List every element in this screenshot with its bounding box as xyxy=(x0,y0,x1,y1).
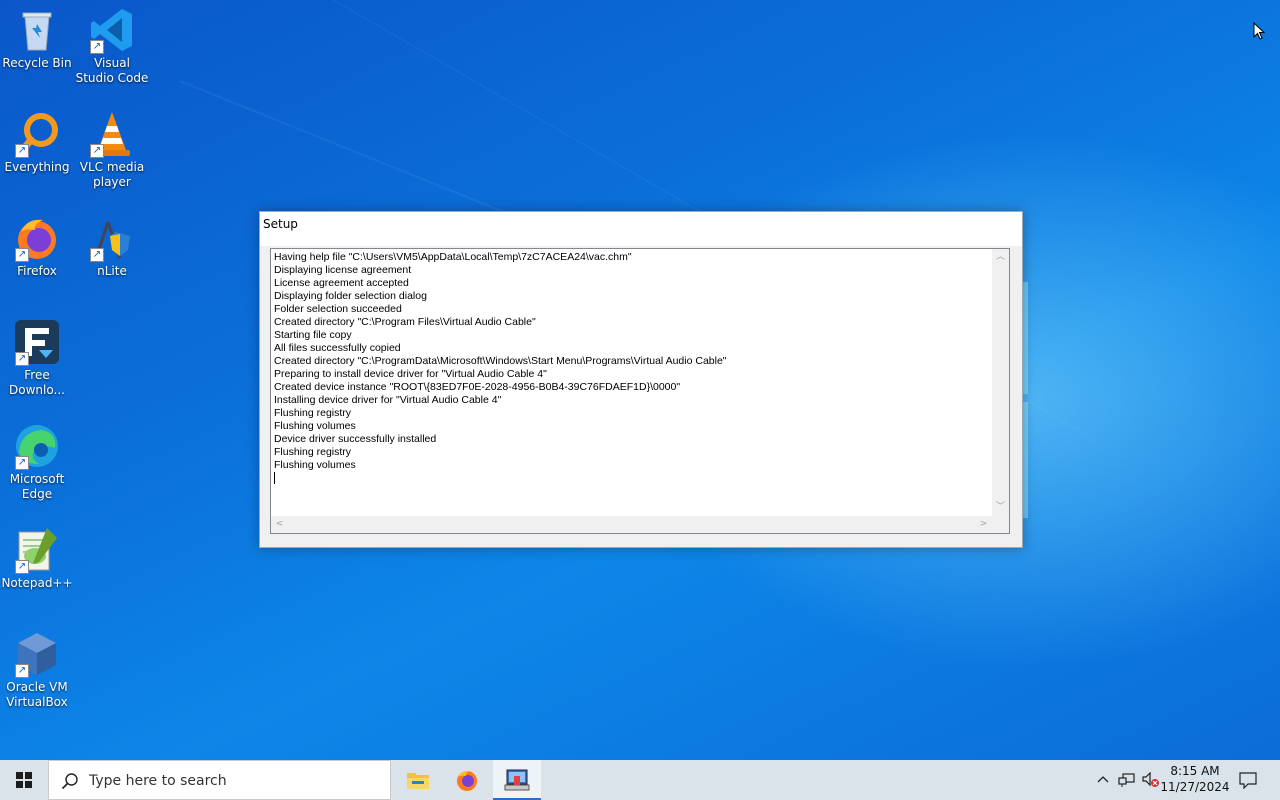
vscode-icon: ↗ xyxy=(88,6,136,54)
volume-muted-icon xyxy=(1142,772,1159,787)
mouse-cursor-icon xyxy=(1253,22,1265,40)
taskbar-file-explorer[interactable] xyxy=(394,760,442,800)
setup-window[interactable]: Setup Having help file "C:\Users\VM5\App… xyxy=(259,211,1023,548)
desktop-icon-label: nLite xyxy=(97,264,127,278)
firefox-icon xyxy=(457,770,477,791)
desktop-icon-firefox[interactable]: ↗ Firefox xyxy=(0,214,74,279)
notepad-plus-plus-icon: ↗ xyxy=(13,526,61,574)
shortcut-arrow-icon: ↗ xyxy=(15,664,29,678)
taskbar: Type here to search 8:15 AM 11/27/2024 xyxy=(0,760,1280,800)
desktop-icon-label: Free Downlo... xyxy=(9,368,65,397)
edge-icon: ↗ xyxy=(13,422,61,470)
chevron-up-icon xyxy=(1097,776,1109,783)
desktop-icon-free-download-manager[interactable]: ↗ Free Downlo... xyxy=(0,318,74,398)
firefox-icon: ↗ xyxy=(13,214,61,262)
shortcut-arrow-icon: ↗ xyxy=(15,456,29,470)
scroll-left-arrow-icon[interactable]: < xyxy=(271,516,288,533)
clock-date: 11/27/2024 xyxy=(1160,780,1230,794)
desktop-icon-label: Firefox xyxy=(17,264,57,278)
network-icon xyxy=(1118,773,1135,787)
vlc-cone-icon: ↗ xyxy=(88,110,136,158)
desktop-icon-label: Everything xyxy=(4,160,70,174)
setup-installer-icon xyxy=(504,769,530,791)
recycle-bin-icon xyxy=(13,6,61,54)
desktop-icon-label: VLC media player xyxy=(79,160,145,189)
search-icon xyxy=(61,773,78,790)
install-log-textarea[interactable]: Having help file "C:\Users\VM5\AppData\L… xyxy=(270,248,1010,534)
show-hidden-icons-button[interactable] xyxy=(1094,760,1112,800)
desktop-icon-notepad-plus-plus[interactable]: ↗ Notepad++ xyxy=(0,526,74,591)
setup-window-titlebar[interactable]: Setup xyxy=(260,212,1022,246)
desktop-icon-edge[interactable]: ↗ Microsoft Edge xyxy=(0,422,74,502)
file-explorer-folder-icon xyxy=(407,773,429,789)
desktop-icon-label: Notepad++ xyxy=(1,576,73,590)
scroll-right-arrow-icon[interactable]: > xyxy=(975,516,992,533)
search-placeholder: Type here to search xyxy=(89,773,227,789)
shortcut-arrow-icon: ↗ xyxy=(90,248,104,262)
taskbar-search-box[interactable]: Type here to search xyxy=(48,760,391,800)
shortcut-arrow-icon: ↗ xyxy=(15,248,29,262)
desktop-icon-everything[interactable]: ↗ Everything xyxy=(0,110,74,175)
taskbar-firefox[interactable] xyxy=(443,760,491,800)
shortcut-arrow-icon: ↗ xyxy=(15,560,29,574)
desktop-icon-virtualbox[interactable]: ↗ Oracle VM VirtualBox xyxy=(0,630,74,710)
shortcut-arrow-icon: ↗ xyxy=(90,144,104,158)
clock-time: 8:15 AM xyxy=(1170,764,1220,778)
desktop-icon-label: Microsoft Edge xyxy=(9,472,65,501)
network-status-button[interactable] xyxy=(1116,760,1136,800)
text-caret xyxy=(274,472,275,485)
window-title: Setup xyxy=(263,217,298,231)
scroll-up-arrow-icon[interactable]: ︿ xyxy=(992,249,1009,266)
everything-magnifier-icon: ↗ xyxy=(13,110,61,158)
volume-button[interactable] xyxy=(1140,760,1160,800)
install-log-text[interactable]: Having help file "C:\Users\VM5\AppData\L… xyxy=(274,251,991,515)
action-center-button[interactable] xyxy=(1234,760,1262,800)
scrollbar-corner xyxy=(992,516,1009,533)
free-download-manager-icon: ↗ xyxy=(13,318,61,366)
taskbar-setup-app[interactable] xyxy=(493,760,541,800)
vertical-scrollbar[interactable]: ︿ ﹀ xyxy=(992,249,1009,516)
desktop-icon-recycle-bin[interactable]: Recycle Bin xyxy=(0,6,74,71)
desktop-icon-label: Visual Studio Code xyxy=(75,56,149,85)
desktop-icon-nlite[interactable]: ↗ nLite xyxy=(75,214,149,279)
shortcut-arrow-icon: ↗ xyxy=(15,144,29,158)
shortcut-arrow-icon: ↗ xyxy=(90,40,104,54)
shortcut-arrow-icon: ↗ xyxy=(15,352,29,366)
scroll-down-arrow-icon[interactable]: ﹀ xyxy=(992,499,1009,516)
desktop-icon-vscode[interactable]: ↗ Visual Studio Code xyxy=(75,6,149,86)
taskbar-clock[interactable]: 8:15 AM 11/27/2024 xyxy=(1160,763,1230,795)
desktop-icon-label: Oracle VM VirtualBox xyxy=(6,680,68,709)
windows-logo-icon xyxy=(16,772,32,788)
notification-icon xyxy=(1239,772,1257,789)
desktop-icon-vlc[interactable]: ↗ VLC media player xyxy=(75,110,149,190)
desktop-icon-label: Recycle Bin xyxy=(2,56,72,70)
nlite-icon: ↗ xyxy=(88,214,136,262)
start-button[interactable] xyxy=(0,760,48,800)
log-content: Having help file "C:\Users\VM5\AppData\L… xyxy=(274,251,727,471)
virtualbox-cube-icon: ↗ xyxy=(13,630,61,678)
horizontal-scrollbar[interactable]: < > xyxy=(271,516,992,533)
